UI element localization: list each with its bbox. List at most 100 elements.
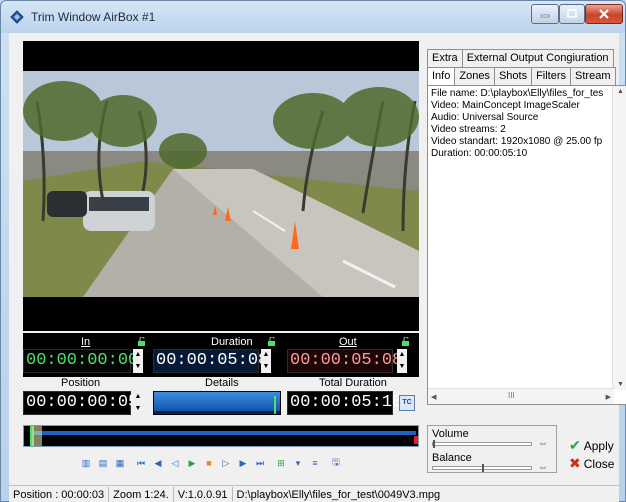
tab-external-output[interactable]: External Output Congiuration [461,49,614,67]
duration-label: Duration [211,336,253,348]
info-horizontal-scrollbar[interactable]: ◀ III ▶ [428,388,614,404]
scroll-down-icon[interactable]: ▼ [617,381,624,388]
tab-row-bottom: Info Zones Shots Filters Stream [427,67,616,85]
transport-toolbar: ▥ ▤ ▦ ⏮ ◀ ◁ ▶ ■ ▷ ▶ ⏭ ⊞ ▾ ≡ 🖫 [79,454,379,472]
scroll-up-icon[interactable]: ▲ [617,88,624,95]
volume-slider-thumb[interactable] [433,440,435,448]
trim-left-icon[interactable]: ▤ [96,456,110,470]
spin-down-icon[interactable]: ▼ [133,403,143,415]
trim-right-icon[interactable]: ▦ [113,456,127,470]
frame-forward-icon[interactable]: ▷ [219,456,233,470]
in-label: In [81,336,91,348]
spin-down-icon[interactable]: ▼ [261,361,271,373]
close-window-button[interactable] [585,4,623,24]
timeline-out-marker[interactable] [414,436,418,444]
duration-lock-icon[interactable] [267,337,276,346]
tab-zones[interactable]: Zones [454,67,495,85]
tc-mode-button[interactable]: TC [399,395,415,411]
status-position: Position : 00:00:03 [9,486,110,502]
scroll-grip[interactable]: III [508,391,515,400]
apply-label: Apply [583,438,614,453]
in-lock-icon[interactable] [137,337,146,346]
close-button[interactable]: ✖ Close [569,455,614,472]
status-version: V:1.0.0.91 [174,486,233,502]
airbox-app-icon [10,10,24,24]
out-lock-icon[interactable] [401,337,410,346]
volume-label: Volume [432,428,469,440]
maximize-icon [567,9,577,18]
out-spinner[interactable]: ▲ ▼ [397,349,407,373]
balance-slider-thumb[interactable] [482,464,484,472]
total-duration-label: Total Duration [319,377,387,389]
timeline-scrubber[interactable] [23,425,419,447]
title-bar[interactable]: Trim Window AirBox #1 [1,1,625,33]
spin-up-icon[interactable]: ▲ [133,349,143,361]
tab-extra[interactable]: Extra [427,49,463,67]
tab-shots[interactable]: Shots [493,67,533,85]
details-marker [274,396,276,414]
details-meter-base [154,411,280,414]
balance-slider[interactable] [432,464,532,472]
step-back-icon[interactable]: ◀ [151,456,165,470]
add-marker-icon[interactable]: ⊞ [274,456,288,470]
balance-reset-icon[interactable]: ⇔ [538,462,548,473]
tab-row-top: Extra External Output Congiuration [427,49,614,67]
tab-filters[interactable]: Filters [531,67,572,85]
split-icon[interactable]: ▥ [79,456,93,470]
status-zoom: Zoom 1:24. [109,486,174,502]
timeline-range-bar [34,431,416,435]
minimize-button[interactable] [531,4,559,24]
trim-window: Trim Window AirBox #1 In Duration Out 00… [0,0,626,502]
close-x-icon: ✖ [569,455,581,471]
in-spinner[interactable]: ▲ ▼ [133,349,143,373]
out-label: Out [339,336,357,348]
status-file-path: D:\playbox\Elly\files_for_test\0049V3.mp… [236,488,441,501]
spin-down-icon[interactable]: ▼ [397,361,407,373]
tab-stream[interactable]: Stream [570,67,616,85]
info-duration: Duration: 00:00:05:10 [431,148,528,159]
spin-up-icon[interactable]: ▲ [133,391,143,403]
details-meter[interactable] [153,391,281,415]
tab-info[interactable]: Info [427,67,456,85]
info-pane[interactable]: File name: D:\playbox\Elly\files_for_tes… [427,85,626,405]
info-audio: Audio: Universal Source [431,112,539,123]
info-video-streams: Video streams: 2 [431,124,506,135]
dropdown-arrow-icon[interactable]: ▾ [291,456,305,470]
step-forward-icon[interactable]: ▶ [236,456,250,470]
balance-label: Balance [432,452,472,464]
position-label: Position [61,377,101,389]
stop-icon[interactable]: ■ [202,456,216,470]
spin-up-icon[interactable]: ▲ [261,349,271,361]
play-icon[interactable]: ▶ [185,456,199,470]
position-spinner[interactable]: ▲ ▼ [133,391,143,415]
minimize-icon [540,14,550,18]
trim-client-area: In Duration Out 00:00:00:00 ▲ ▼ 00:00:05:… [9,33,626,495]
info-vertical-scrollbar[interactable]: ▲ ▼ [612,86,626,390]
close-label: Close [583,456,615,471]
scroll-right-icon[interactable]: ▶ [606,393,611,401]
duration-timecode-field[interactable]: 00:00:05:08 [153,349,268,373]
list-icon[interactable]: ≡ [308,456,322,470]
volume-slider[interactable] [432,440,532,448]
scroll-left-icon[interactable]: ◀ [431,393,436,401]
spin-down-icon[interactable]: ▼ [133,361,143,373]
info-file-name: File name: D:\playbox\Elly\files_for_tes [431,88,604,99]
playhead-handle[interactable] [32,426,42,446]
details-label: Details [205,377,239,389]
position-timecode-field[interactable]: 00:00:00:05 [23,391,138,415]
spin-up-icon[interactable]: ▲ [397,349,407,361]
go-to-end-icon[interactable]: ⏭ [253,456,267,470]
apply-button[interactable]: ✔ Apply [569,437,614,454]
save-icon[interactable]: 🖫 [329,456,343,470]
apply-check-icon: ✔ [569,437,581,453]
video-preview[interactable] [23,41,419,331]
in-timecode-field[interactable]: 00:00:00:00 [23,349,138,373]
go-to-start-icon[interactable]: ⏮ [134,456,148,470]
volume-reset-icon[interactable]: ⇔ [538,438,548,449]
frame-back-icon[interactable]: ◁ [168,456,182,470]
duration-spinner[interactable]: ▲ ▼ [261,349,271,373]
maximize-button[interactable] [559,4,585,24]
lower-timecode-panel: Position Details Total Duration 00:00:00… [23,377,419,421]
out-timecode-field[interactable]: 00:00:05:08 [287,349,402,373]
total-duration-field: 00:00:05:10 [287,391,402,415]
